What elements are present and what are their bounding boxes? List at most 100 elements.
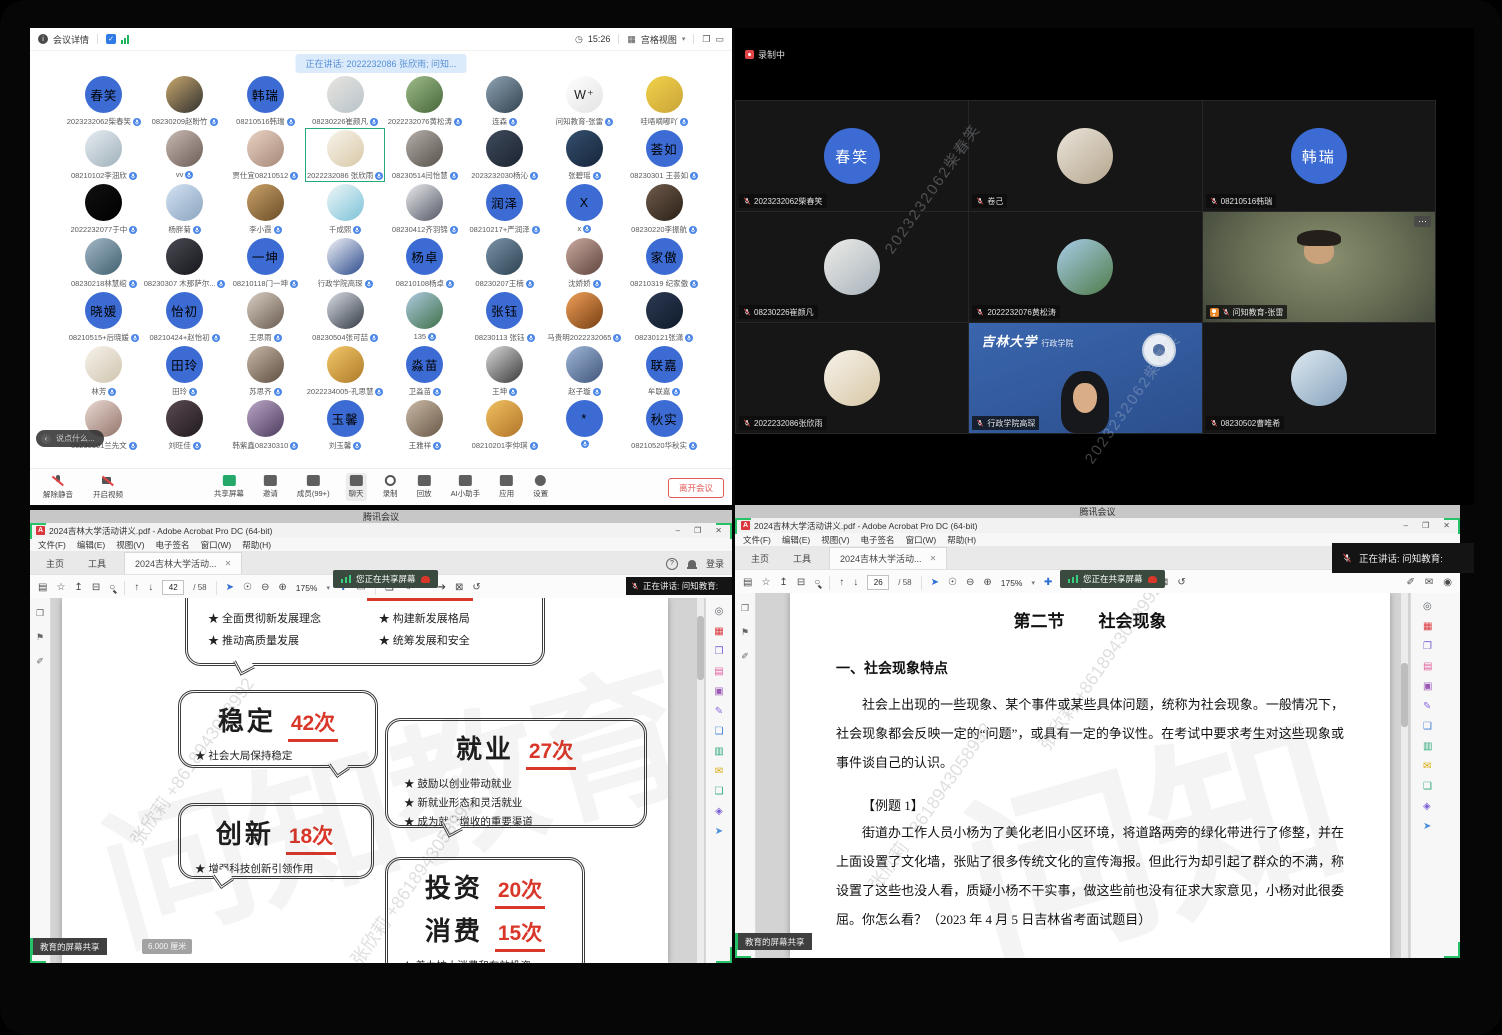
toolbar-share-button[interactable]: 共享屏幕 [211,473,247,501]
menu-item[interactable]: 视图(V) [116,539,144,551]
tab-home[interactable]: 主页 [739,548,781,569]
window-mode-icon[interactable]: ▭ [715,34,724,45]
participant-tile[interactable]: 08230412齐羽锦 [385,182,465,236]
tools-rail-icon[interactable]: ▤ [714,666,723,677]
video-tile[interactable]: ⋯ 问知教育-张雷 [1203,212,1435,322]
annotate-icon[interactable]: ➔ [438,583,446,593]
toolbar-settings-button[interactable]: 设置 [530,473,551,501]
collapse-icon[interactable]: ‹ [41,434,51,444]
meeting-info-icon[interactable] [38,34,48,44]
chevron-down-icon[interactable]: ▾ [682,35,686,43]
tools-rail-icon[interactable]: ❐ [1423,641,1432,652]
participant-tile[interactable]: 苏思齐 [225,344,305,398]
toolbar-chat-button[interactable]: 聊天 [346,473,367,501]
participant-tile[interactable]: 连森 [465,74,545,128]
tool-icon[interactable]: ☉ [243,583,252,593]
participant-tile[interactable]: 王坤 [465,344,545,398]
video-tile[interactable]: ⋯ 2022232076黄松涛 [969,212,1201,322]
page-up-icon[interactable]: ↑ [839,578,844,588]
annotate-icon[interactable]: ↺ [1177,578,1185,588]
participant-tile[interactable]: * [544,398,624,452]
video-tile[interactable]: ⋯ 卷己 [969,101,1201,211]
security-shield-icon[interactable] [106,34,116,44]
toolbar-right-icon[interactable]: ✐ [1406,578,1414,588]
tools-rail-icon[interactable]: ▤ [1423,661,1432,672]
tools-rail-icon[interactable]: ▦ [1423,621,1432,632]
participant-tile[interactable]: W⁺ 问知教育-张雷 [544,74,624,128]
tools-rail-icon[interactable]: ▣ [1423,681,1432,692]
participant-tile[interactable]: 08230121张潇 [624,290,704,344]
annotate-icon[interactable]: ⊠ [455,583,463,593]
toolbar-icon[interactable]: ○ [109,583,115,593]
maximize-button[interactable]: ❐ [694,526,701,535]
tools-rail-icon[interactable]: ◎ [715,606,724,617]
tools-rail-icon[interactable]: ❑ [1423,781,1432,792]
participant-tile[interactable]: 2022234005-孔思慧 [305,344,385,398]
tools-rail-icon[interactable]: ▦ [714,626,723,637]
sharing-screen-pill[interactable]: 您正在共享屏幕 [333,570,438,588]
participant-tile[interactable]: 杨胖菊 [144,182,226,236]
panel-icon[interactable]: ❐ [741,603,749,614]
participant-tile[interactable]: 李小霞 [225,182,305,236]
minimize-button[interactable]: – [676,526,680,535]
tab-document[interactable]: 2024吉林大学活动...✕ [124,552,242,574]
zoom-caret-icon[interactable]: ▾ [1031,579,1035,587]
participant-tile[interactable]: 韩紫鑫08230310 [225,398,305,452]
tool-icon[interactable]: ⊖ [261,583,269,593]
close-tab-icon[interactable]: ✕ [225,559,232,568]
tile-more-button[interactable]: ⋯ [1414,216,1431,227]
participant-tile[interactable]: 08210102李沺欣 [64,128,144,182]
participant-tile[interactable]: 家傲 08210319 纪家傲 [624,236,704,290]
zoom-caret-icon[interactable]: ▾ [326,584,330,592]
participant-tile[interactable]: 2022232076黄松涛 [385,74,465,128]
page-up-icon[interactable]: ↑ [134,583,139,593]
participant-tile[interactable]: 联嘉 牟联嘉 [624,344,704,398]
toolbar-icon[interactable]: ↥ [779,578,787,588]
view-mode-label[interactable]: 宫格视图 [641,33,677,46]
tools-rail-icon[interactable]: ➤ [1423,821,1431,832]
participant-tile[interactable]: 田玲 田玲 [144,344,226,398]
video-tile[interactable]: ⋯ 08230502曹唯希 [1203,323,1435,433]
tools-rail-icon[interactable]: ◎ [1423,601,1432,612]
participant-tile[interactable]: 2022232086 张欣雨 [305,128,385,182]
menu-item[interactable]: 帮助(H) [242,539,271,551]
toolbar-icon[interactable]: ↥ [74,583,82,593]
participant-tile[interactable]: 行政学院高琛 [305,236,385,290]
video-tile[interactable]: ⋯ 2022232086张欣雨 [736,323,968,433]
close-tab-icon[interactable]: ✕ [930,554,937,563]
meeting-info-label[interactable]: 会议详情 [53,33,89,46]
tool-icon[interactable]: ⊕ [983,578,991,588]
menu-item[interactable]: 窗口(W) [201,539,232,551]
participant-tile[interactable]: 08230207王楠 [465,236,545,290]
scrollbar-thumb[interactable] [1401,663,1408,727]
toolbar-invite-button[interactable]: 邀请 [260,473,281,501]
toolbar-icon[interactable]: ☆ [56,583,65,593]
video-tile[interactable]: 吉林大学行政学院 ⋯ 行政学院高琛 [969,323,1201,433]
participant-tile[interactable]: 韩瑞 08210516韩瑞 [225,74,305,128]
help-icon[interactable]: ? [666,558,678,570]
stop-share-icon[interactable] [1148,576,1157,583]
participant-tile[interactable]: 08230209赵盼竹 [144,74,226,128]
participant-tile[interactable]: 张钰 08230113 张钰 [465,290,545,344]
toolbar-record-button[interactable]: 录制 [380,473,401,501]
participant-tile[interactable]: 赵子璇 [544,344,624,398]
toolbar-icon[interactable]: ○ [814,578,820,588]
participant-tile[interactable]: 秋实 08210520华秋实 [624,398,704,452]
toolbar-replay-button[interactable]: 回放 [414,473,435,501]
grid-view-icon[interactable]: ▦ [627,34,636,45]
zoom-level[interactable]: 175% [296,583,318,593]
tools-rail-icon[interactable]: ✎ [1423,701,1431,712]
toolbar-icon[interactable]: ⊟ [797,578,805,588]
scrollbar[interactable] [697,598,704,963]
tools-rail-icon[interactable]: ➤ [715,826,723,837]
menu-item[interactable]: 窗口(W) [906,534,937,546]
video-tile[interactable]: 韩瑞 ⋯ 08210516韩瑞 [1203,101,1435,211]
panel-icon[interactable]: ⚑ [741,627,749,638]
tools-rail-icon[interactable]: ❐ [715,646,724,657]
menu-item[interactable]: 编辑(E) [77,539,105,551]
participant-tile[interactable]: 润泽 08210217+严润泽 [465,182,545,236]
tool-icon[interactable]: ➤ [226,583,234,593]
menu-item[interactable]: 视图(V) [821,534,849,546]
tools-rail-icon[interactable]: ❏ [715,726,724,737]
tools-rail-icon[interactable]: ▥ [714,746,723,757]
